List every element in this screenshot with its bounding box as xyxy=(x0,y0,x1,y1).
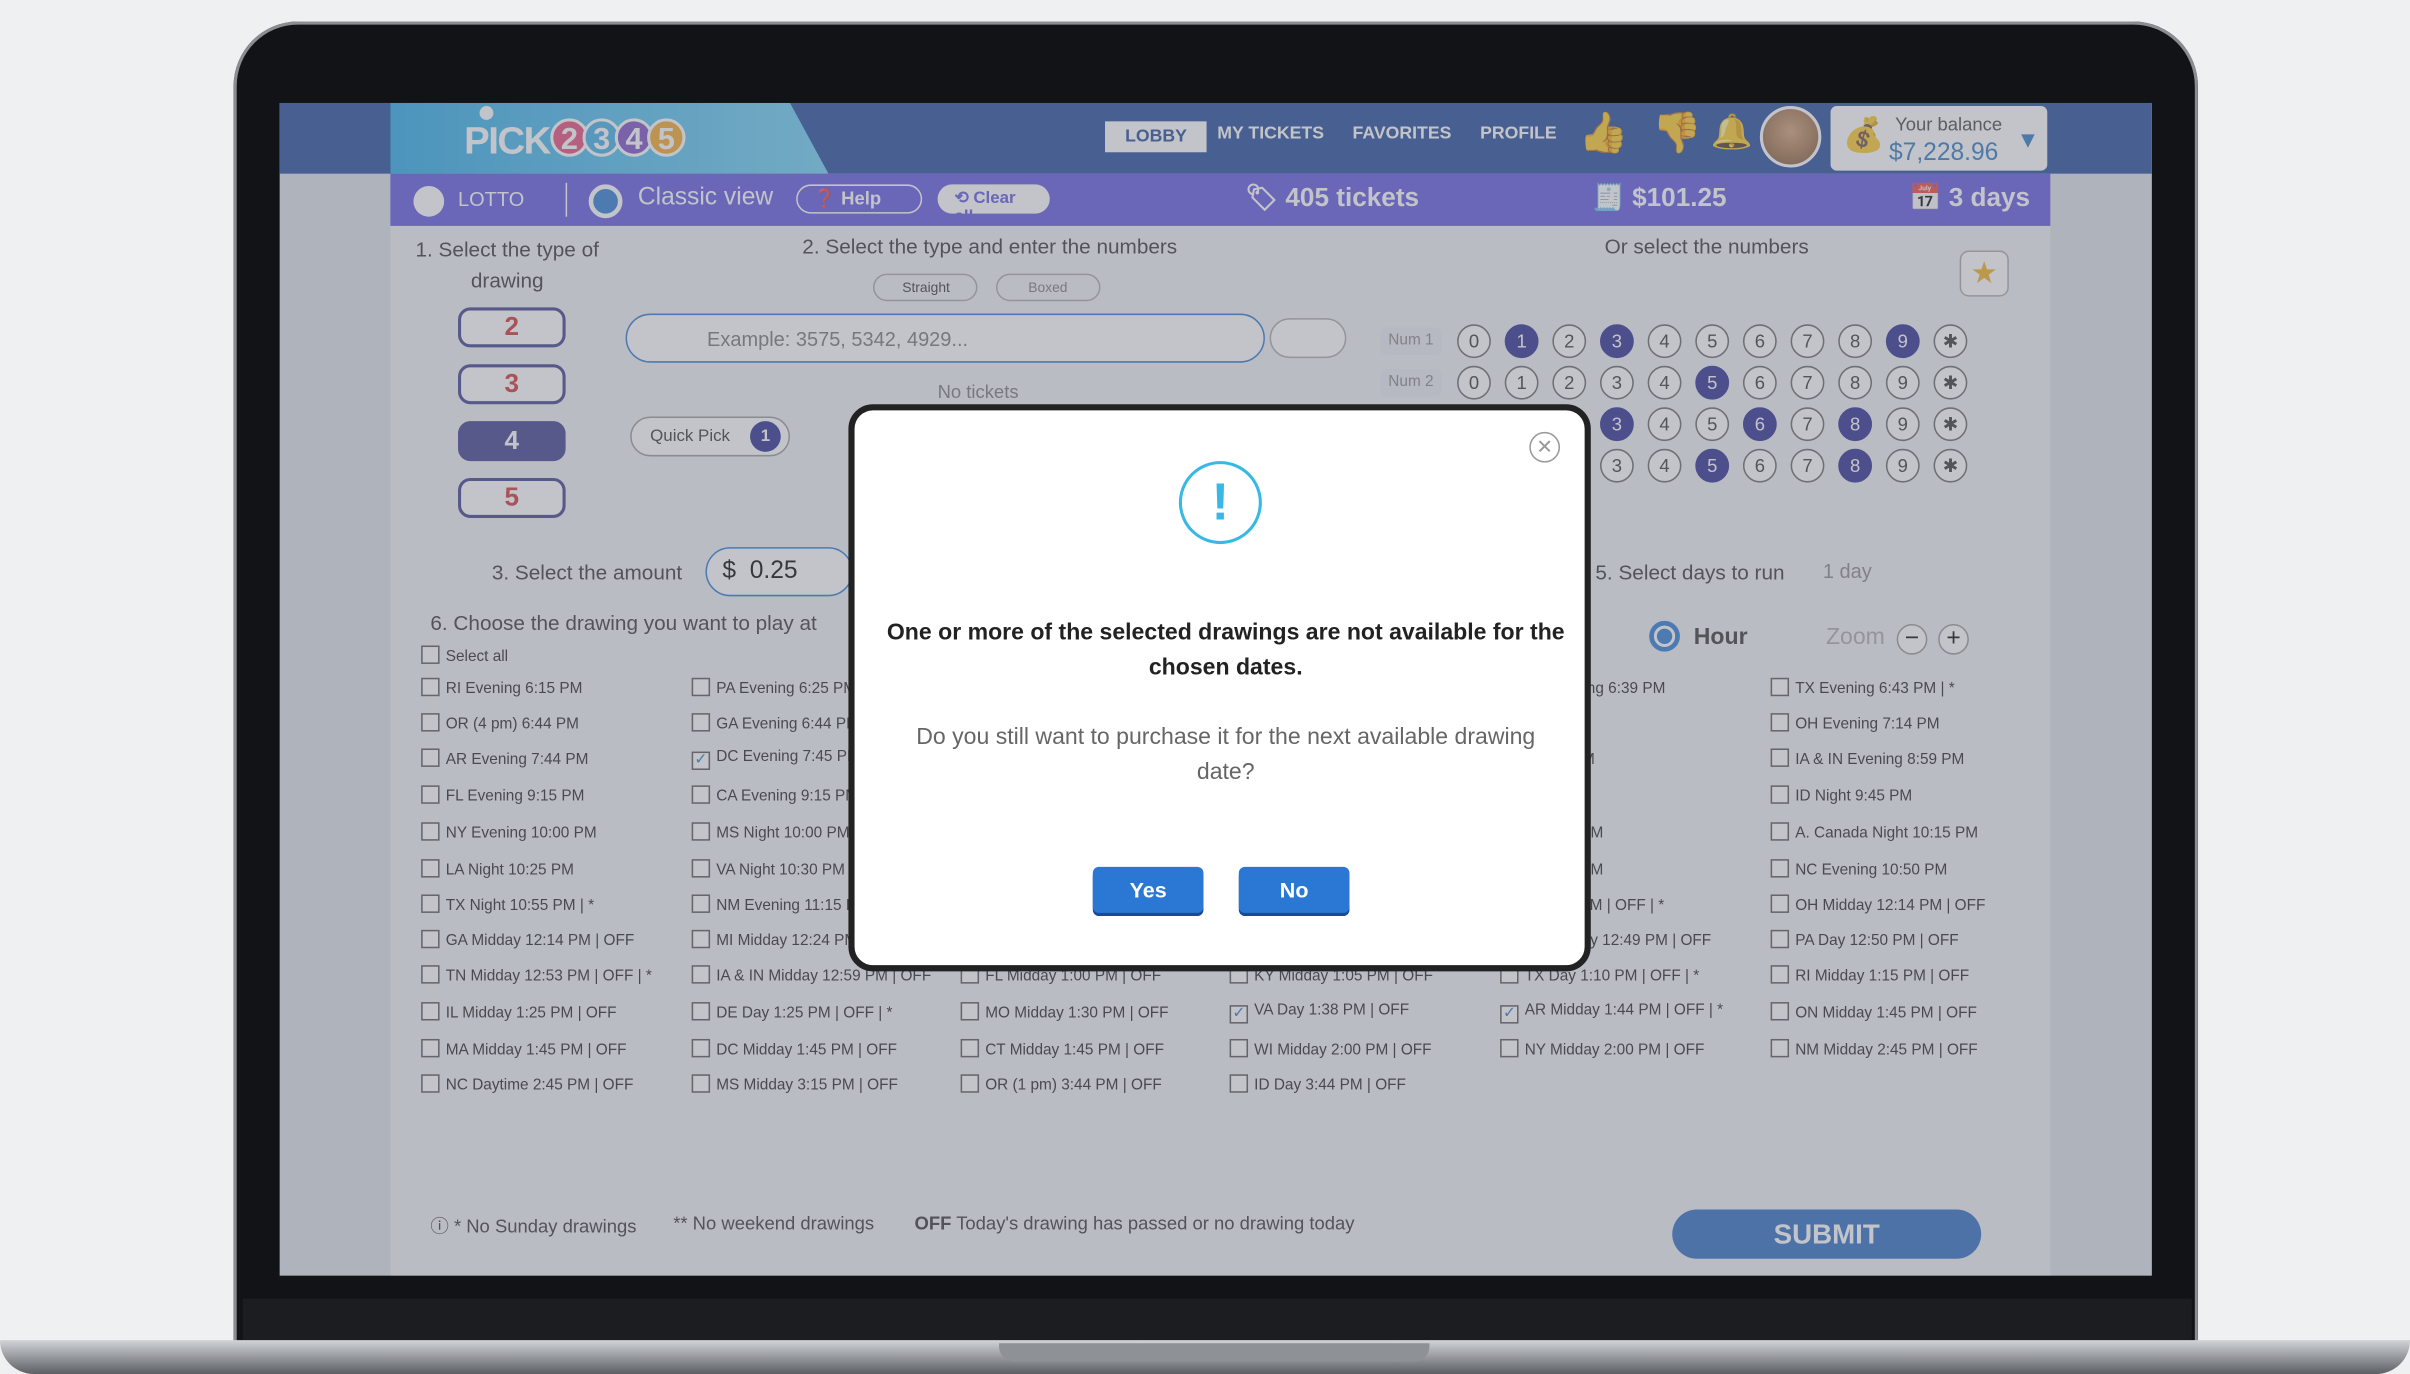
dialog-text: Do you still want to purchase it for the… xyxy=(916,723,1536,786)
laptop-mockup: PICK 2 3 4 5 LOBBY MY TICKETS FAVORITES … xyxy=(0,0,2410,1374)
close-icon[interactable]: ✕ xyxy=(1529,431,1561,463)
confirm-dialog: ✕ ! One or more of the selected drawings… xyxy=(848,404,1591,972)
yes-button[interactable]: Yes xyxy=(1092,866,1204,913)
dialog-title: One or more of the selected drawings are… xyxy=(886,619,1565,681)
exclamation-icon: ! xyxy=(1178,461,1262,545)
laptop-notch xyxy=(999,1343,1430,1362)
laptop-chin xyxy=(242,1298,2192,1342)
no-button[interactable]: No xyxy=(1238,866,1350,913)
